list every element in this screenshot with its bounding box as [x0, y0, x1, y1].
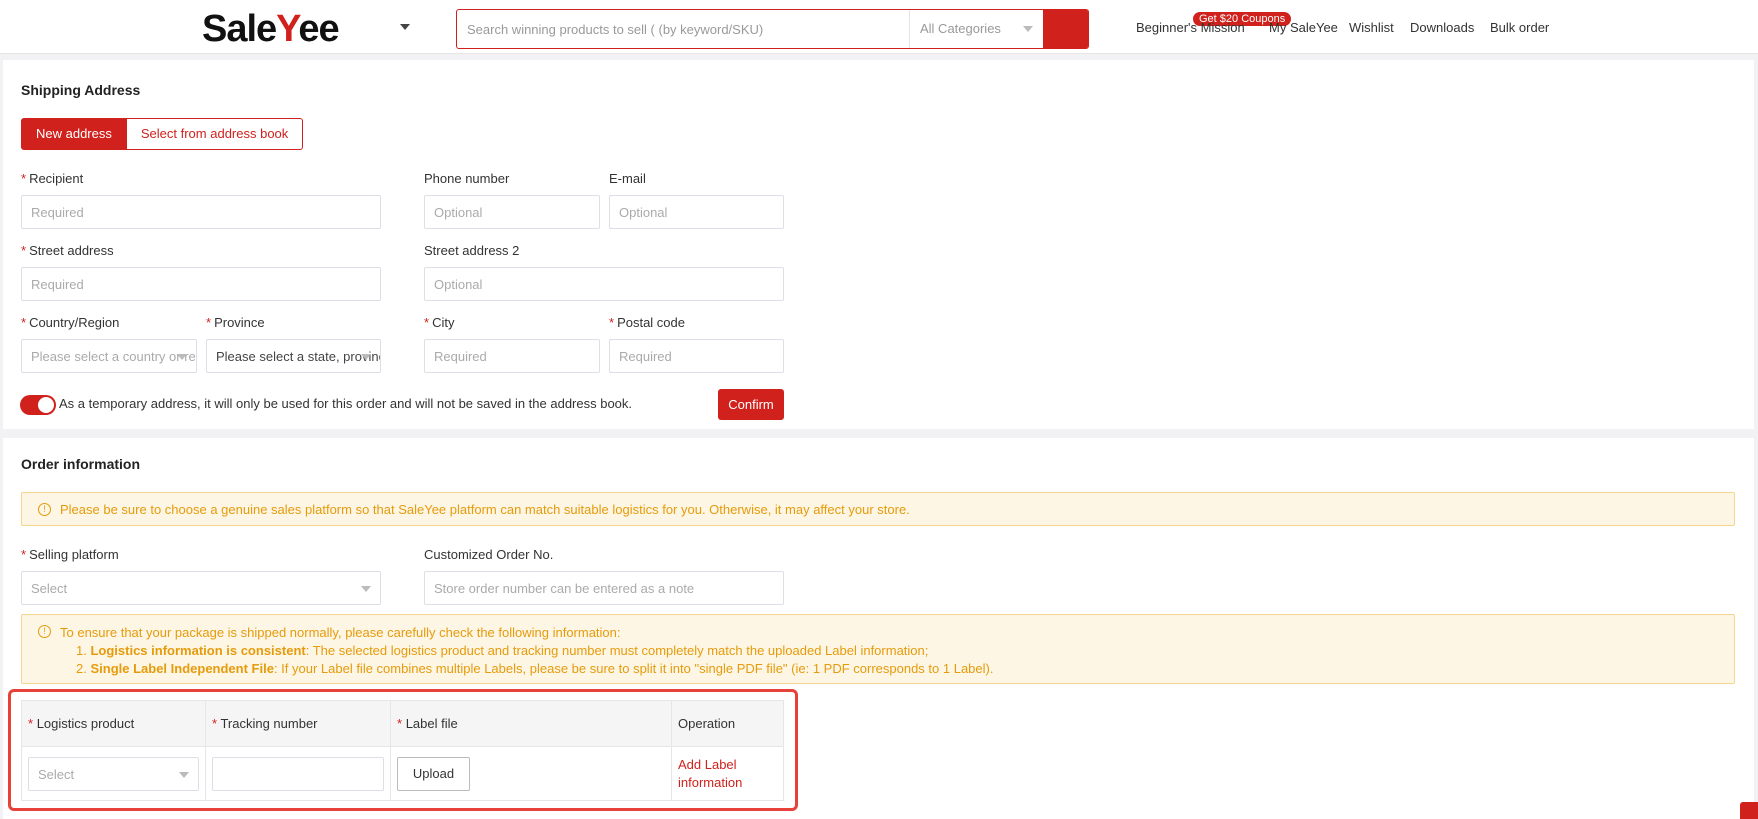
email-input[interactable] — [609, 195, 784, 229]
logo-dropdown-icon[interactable] — [400, 24, 410, 30]
platform-label: * Selling platform — [21, 547, 119, 562]
warning-icon: ! — [38, 625, 51, 638]
phone-label: Phone number — [424, 171, 510, 186]
recipient-label: * Recipient — [21, 171, 84, 186]
warning-icon: ! — [38, 503, 51, 516]
order-info-title: Order information — [21, 456, 141, 472]
floating-side-tab[interactable] — [1740, 802, 1758, 819]
tab-new-address[interactable]: New address — [21, 118, 127, 150]
toggle-knob — [38, 397, 54, 413]
temporary-address-toggle[interactable] — [20, 395, 56, 415]
temporary-address-note: As a temporary address, it will only be … — [59, 396, 633, 411]
country-select[interactable]: Please select a country or region — [21, 339, 197, 373]
custom-order-label: Customized Order No. — [424, 547, 554, 562]
chevron-down-icon — [177, 354, 187, 360]
postal-input[interactable] — [609, 339, 784, 373]
chevron-down-icon — [361, 354, 371, 360]
nav-wishlist[interactable]: Wishlist — [1349, 20, 1394, 35]
highlight-outline — [8, 689, 798, 811]
city-input[interactable] — [424, 339, 600, 373]
postal-label: * Postal code — [609, 315, 685, 330]
top-header: SaleYee All Categories Get $20 Coupons B… — [0, 0, 1758, 54]
street2-input[interactable] — [424, 267, 784, 301]
search-bar: All Categories — [456, 9, 1089, 49]
category-select[interactable]: All Categories — [909, 10, 1043, 48]
email-label: E-mail — [609, 171, 646, 186]
platform-notice-text: Please be sure to choose a genuine sales… — [60, 502, 910, 517]
chevron-down-icon — [361, 586, 371, 592]
province-select[interactable]: Please select a state, province — [206, 339, 381, 373]
address-mode-tabs: New address Select from address book — [21, 118, 304, 150]
platform-notice: ! Please be sure to choose a genuine sal… — [21, 492, 1735, 526]
street-label: * Street address — [21, 243, 114, 258]
phone-input[interactable] — [424, 195, 600, 229]
nav-my-saleyee[interactable]: My SaleYee — [1269, 20, 1338, 35]
street2-label: Street address 2 — [424, 243, 520, 258]
country-label: * Country/Region — [21, 315, 120, 330]
custom-order-input[interactable] — [424, 571, 784, 605]
shipping-address-panel — [3, 60, 1754, 429]
platform-select[interactable]: Select — [21, 571, 381, 605]
search-button[interactable] — [1043, 10, 1088, 48]
confirm-button[interactable]: Confirm — [718, 389, 784, 420]
saleyee-logo[interactable]: SaleYee — [202, 8, 340, 51]
nav-bulk-order[interactable]: Bulk order — [1490, 20, 1549, 35]
label-check-text: To ensure that your package is shipped n… — [60, 625, 994, 676]
search-input[interactable] — [457, 10, 909, 48]
street-input[interactable] — [21, 267, 381, 301]
nav-downloads[interactable]: Downloads — [1410, 20, 1474, 35]
chevron-down-icon — [1023, 26, 1033, 32]
shipping-title: Shipping Address — [21, 82, 141, 98]
city-label: * City — [424, 315, 455, 330]
nav-beginners-mission[interactable]: Beginner's Mission — [1136, 20, 1245, 35]
label-check-notice: ! To ensure that your package is shipped… — [21, 614, 1735, 684]
province-label: * Province — [206, 315, 265, 330]
tab-address-book[interactable]: Select from address book — [126, 118, 304, 150]
recipient-input[interactable] — [21, 195, 381, 229]
